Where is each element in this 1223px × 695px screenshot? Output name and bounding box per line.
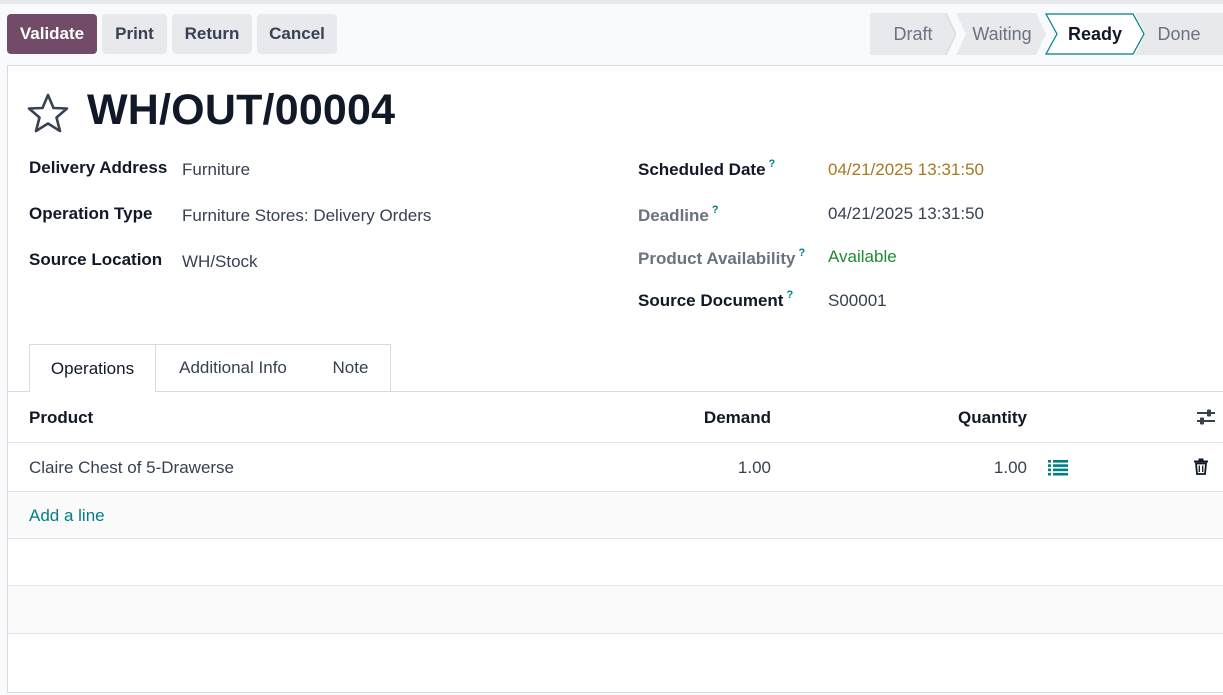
column-demand[interactable]: Demand xyxy=(704,408,771,428)
validate-button[interactable]: Validate xyxy=(7,14,97,54)
tab-operations[interactable]: Operations xyxy=(29,344,156,393)
stage-label: Draft xyxy=(893,23,933,44)
demand-cell[interactable]: 1.00 xyxy=(738,458,771,478)
tab-note[interactable]: Note xyxy=(311,344,391,392)
source-document-label-text: Source Document xyxy=(638,291,784,310)
add-line-row: Add a line xyxy=(8,492,1223,539)
operation-type-field[interactable]: Furniture Stores: Delivery Orders xyxy=(182,206,431,226)
table-header: Product Demand Quantity xyxy=(8,392,1223,443)
delivery-address-field[interactable]: Furniture xyxy=(182,160,250,180)
cancel-button[interactable]: Cancel xyxy=(257,14,337,54)
help-icon[interactable]: ? xyxy=(786,289,793,301)
table-row[interactable]: Claire Chest of 5-Drawerse 1.00 1.00 xyxy=(8,443,1223,492)
deadline-field[interactable]: 04/21/2025 13:31:50 xyxy=(828,204,984,224)
deadline-label-text: Deadline xyxy=(638,206,709,225)
column-settings-icon[interactable] xyxy=(1196,408,1216,426)
column-quantity[interactable]: Quantity xyxy=(958,408,1027,428)
deadline-label: Deadline? xyxy=(638,204,719,226)
help-icon[interactable]: ? xyxy=(712,204,719,216)
stage-draft[interactable]: Draft xyxy=(870,13,956,55)
product-availability-value: Available xyxy=(828,247,897,266)
star-icon[interactable] xyxy=(27,93,69,133)
source-location-field[interactable]: WH/Stock xyxy=(182,252,258,272)
source-location-label: Source Location xyxy=(29,250,163,269)
return-button[interactable]: Return xyxy=(172,14,252,54)
print-button[interactable]: Print xyxy=(102,14,167,54)
empty-row xyxy=(8,586,1223,634)
stage-label: Waiting xyxy=(972,23,1032,44)
stage-label: Done xyxy=(1157,23,1201,44)
empty-row xyxy=(8,634,1223,694)
stage-label: Ready xyxy=(1067,23,1123,44)
form-sheet: WH/OUT/00004 Delivery Address Furniture … xyxy=(7,65,1223,693)
tab-additional-info[interactable]: Additional Info xyxy=(155,344,312,392)
record-title: WH/OUT/00004 xyxy=(87,86,396,134)
add-a-line-link[interactable]: Add a line xyxy=(29,506,105,526)
scheduled-date-label-text: Scheduled Date xyxy=(638,160,766,179)
product-availability-label: Product Availability? xyxy=(638,247,805,269)
stage-ready[interactable]: Ready xyxy=(1045,13,1145,55)
source-document-field[interactable]: S00001 xyxy=(828,291,887,311)
empty-row xyxy=(8,539,1223,586)
help-icon[interactable]: ? xyxy=(769,158,776,170)
column-product[interactable]: Product xyxy=(29,408,93,428)
top-border xyxy=(0,0,1223,4)
trash-icon[interactable] xyxy=(1194,458,1208,475)
scheduled-date-label: Scheduled Date? xyxy=(638,158,775,180)
source-document-label: Source Document? xyxy=(638,289,793,311)
delivery-address-label: Delivery Address xyxy=(29,158,168,177)
quantity-cell[interactable]: 1.00 xyxy=(994,458,1027,478)
operation-type-label: Operation Type xyxy=(29,204,153,223)
status-bar: Draft Waiting Ready Done xyxy=(870,13,1223,55)
product-availability-label-text: Product Availability xyxy=(638,249,796,268)
scheduled-date-field[interactable]: 04/21/2025 13:31:50 xyxy=(828,160,984,180)
stage-waiting[interactable]: Waiting xyxy=(956,13,1048,55)
help-icon[interactable]: ? xyxy=(798,247,805,259)
product-cell[interactable]: Claire Chest of 5-Drawerse xyxy=(29,458,234,478)
stage-done[interactable]: Done xyxy=(1135,13,1223,55)
detailed-operations-icon[interactable] xyxy=(1048,459,1068,476)
